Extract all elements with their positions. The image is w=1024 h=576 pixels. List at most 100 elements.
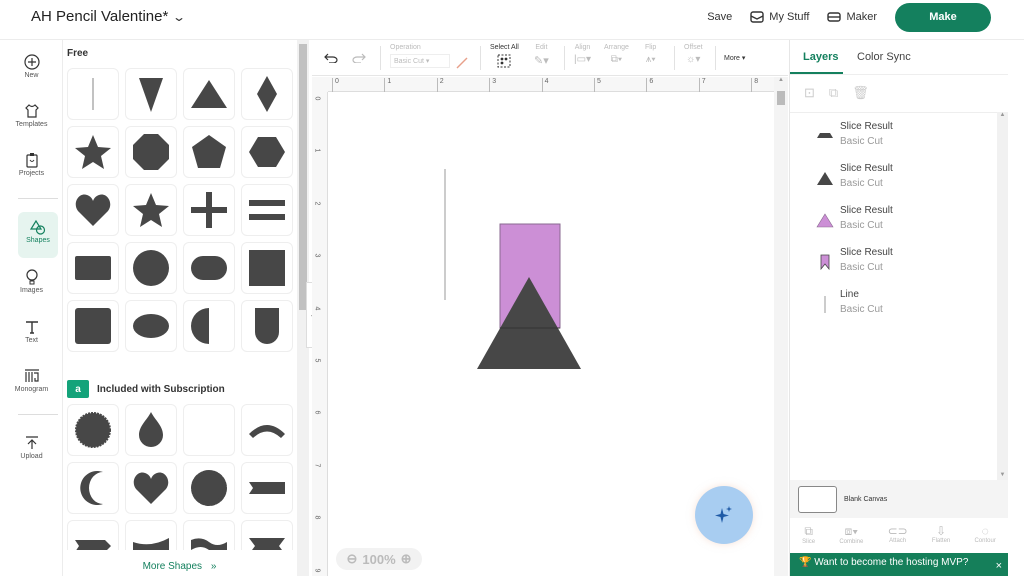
duplicate-icon[interactable]: ⧉	[829, 85, 838, 101]
nav-projects[interactable]: Projects	[0, 152, 63, 177]
select-all-label: Select All	[490, 44, 519, 51]
project-title-dropdown[interactable]: AH Pencil Valentine* ⌄	[31, 8, 187, 25]
close-icon[interactable]: ×	[996, 560, 1002, 572]
nav-templates-label: Templates	[15, 121, 48, 128]
align-button[interactable]: Align |▭▾	[574, 44, 591, 65]
slice-button[interactable]: ⧉ Slice	[802, 518, 815, 550]
redo-icon[interactable]	[352, 53, 366, 63]
layer-name: Slice Result	[840, 205, 893, 216]
canvas-swatch[interactable]	[798, 485, 837, 513]
ruler-tick-label: 8	[313, 515, 321, 520]
attach-button[interactable]: ⊂⊃ Attach	[888, 518, 908, 550]
canvas-triangle[interactable]	[477, 277, 581, 369]
scrollbar-thumb[interactable]	[777, 91, 785, 105]
canvas-scrollbar[interactable]: ▲	[774, 77, 788, 576]
shape-star-small[interactable]	[125, 184, 177, 236]
blank-canvas-layer[interactable]: Blank Canvas	[790, 480, 1008, 518]
shape-plus[interactable]	[183, 184, 235, 236]
shape-crescent-left[interactable]	[67, 462, 119, 514]
shape-rectangle[interactable]	[67, 242, 119, 294]
nav-templates[interactable]: Templates	[0, 103, 63, 128]
toolbar-divider	[480, 46, 481, 70]
shape-line[interactable]	[67, 68, 119, 120]
shape-octagon[interactable]	[125, 126, 177, 178]
shape-triangle-down[interactable]	[125, 68, 177, 120]
tab-color-sync[interactable]: Color Sync	[857, 51, 911, 63]
layer-name: Slice Result	[840, 163, 893, 174]
free-shapes-grid	[67, 68, 293, 352]
chevron-down-icon: ⌄	[172, 9, 187, 24]
make-button[interactable]: Make	[895, 2, 991, 32]
diamond-icon	[257, 76, 277, 112]
shape-scallop-circle[interactable]	[183, 462, 235, 514]
layers-scrollbar[interactable]: ▲ ▼	[997, 112, 1008, 480]
shape-pentagon[interactable]	[183, 126, 235, 178]
triangle-icon	[817, 172, 833, 185]
scrollbar-thumb[interactable]	[299, 44, 307, 310]
group-icon[interactable]: ⊡	[804, 85, 815, 101]
promo-toast[interactable]: 🏆 Want to become the hosting MVP? ×	[790, 553, 1008, 576]
nav-upload[interactable]: Upload	[0, 435, 63, 460]
toast-message: Want to become the hosting MVP?	[814, 557, 969, 568]
delete-icon[interactable]: 🗑	[852, 85, 869, 101]
operation-label: Operation	[390, 44, 421, 51]
heart-icon	[133, 472, 169, 504]
more-button[interactable]: More ▾	[724, 54, 745, 62]
undo-icon[interactable]	[324, 53, 338, 63]
my-stuff-label: My Stuff	[769, 11, 810, 23]
shape-triangle[interactable]	[183, 68, 235, 120]
nav-shapes[interactable]: Shapes	[18, 212, 58, 258]
operation-dropdown[interactable]: Operation Basic Cut ▾	[390, 44, 468, 69]
scroll-down-icon[interactable]: ▼	[997, 472, 1008, 478]
operation-select[interactable]: Basic Cut ▾	[390, 54, 450, 68]
shape-half-circle[interactable]	[183, 300, 235, 352]
zoom-in-icon[interactable]: ⊕	[401, 551, 412, 567]
ai-assistant-button[interactable]	[695, 486, 753, 544]
shape-seal[interactable]	[67, 404, 119, 456]
shape-equals[interactable]	[241, 184, 293, 236]
shape-star[interactable]	[67, 126, 119, 178]
contour-button[interactable]: ◌ Contour	[974, 518, 995, 550]
pen-color-icon[interactable]	[456, 57, 468, 69]
my-stuff-button[interactable]: My Stuff	[750, 11, 809, 23]
shape-teardrop[interactable]	[125, 404, 177, 456]
plus-circle-icon	[23, 54, 40, 70]
monogram-icon	[24, 369, 39, 382]
save-button[interactable]: Save	[707, 11, 732, 23]
ruler-tick-label: 4	[541, 78, 549, 92]
shape-heart[interactable]	[67, 184, 119, 236]
top-bar: AH Pencil Valentine* ⌄ Save My Stuff Mak…	[0, 0, 1024, 40]
shape-square[interactable]	[241, 242, 293, 294]
shape-arc[interactable]	[241, 404, 293, 456]
slice-label: Slice	[802, 539, 816, 545]
edit-button[interactable]: Edit ✎▾	[534, 44, 549, 67]
shape-u-shape[interactable]	[241, 300, 293, 352]
zoom-out-icon[interactable]: ⊖	[346, 551, 357, 567]
shape-rounded-rect[interactable]	[183, 242, 235, 294]
shape-rounded-square[interactable]	[67, 300, 119, 352]
shape-diamond[interactable]	[241, 68, 293, 120]
shape-hexagon[interactable]	[241, 126, 293, 178]
scroll-up-icon[interactable]: ▲	[774, 77, 788, 83]
shape-oval[interactable]	[125, 300, 177, 352]
arrange-button[interactable]: Arrange ⧉▾	[604, 44, 629, 65]
maker-button[interactable]: Maker	[827, 11, 877, 23]
tab-layers[interactable]: Layers	[803, 51, 838, 63]
shape-crescent[interactable]	[183, 404, 235, 456]
shape-banner[interactable]	[241, 462, 293, 514]
select-all-button[interactable]: Select All	[490, 44, 519, 70]
flatten-button[interactable]: ⇩ Flatten	[932, 518, 950, 550]
offset-button[interactable]: Offset ☼▾	[684, 44, 703, 65]
flip-button[interactable]: Flip ⩚▾	[645, 44, 656, 65]
edit-label: Edit	[535, 44, 548, 51]
nav-monogram[interactable]: Monogram	[0, 368, 63, 393]
nav-text[interactable]: Text	[0, 319, 63, 344]
nav-new[interactable]: New	[0, 54, 63, 79]
star-small-icon	[133, 193, 169, 227]
scroll-up-icon[interactable]: ▲	[997, 112, 1008, 118]
combine-button[interactable]: ⧈▾ Combine	[839, 518, 863, 550]
shape-circle[interactable]	[125, 242, 177, 294]
nav-images[interactable]: Images	[0, 269, 63, 294]
more-shapes-link[interactable]: More Shapes »	[63, 550, 296, 576]
shape-heart-2[interactable]	[125, 462, 177, 514]
